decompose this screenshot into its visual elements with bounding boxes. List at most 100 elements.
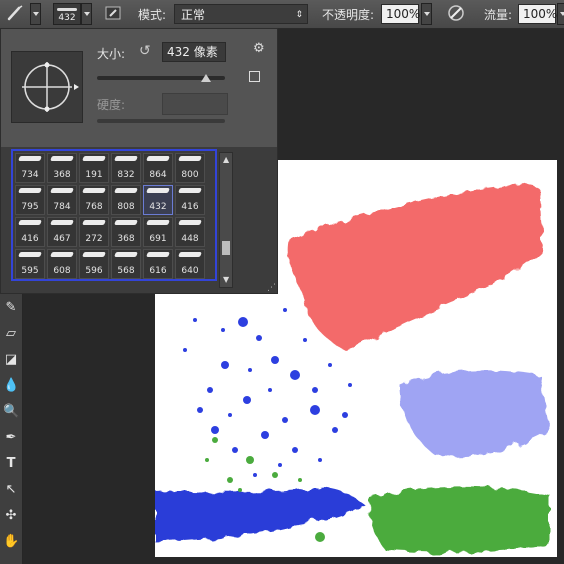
eraser-tool-icon[interactable]: ▱	[3, 326, 19, 342]
path-select-icon[interactable]: ↖	[3, 482, 19, 498]
scroll-down-icon[interactable]: ▼	[223, 275, 229, 284]
brush-preset-cell[interactable]: 734	[15, 153, 45, 183]
brush-stroke-icon	[50, 220, 74, 225]
brush-preset-size: 416	[21, 234, 39, 244]
brush-preset-cell[interactable]: 368	[47, 153, 77, 183]
brush-stroke-icon	[50, 252, 74, 257]
brush-preset-size: 768	[85, 202, 103, 212]
brush-preset-size: 595	[21, 266, 39, 276]
brush-preset-cell[interactable]: 191	[79, 153, 109, 183]
brush-preset-cell[interactable]: 416	[15, 217, 45, 247]
brush-preset-cell[interactable]: 864	[143, 153, 173, 183]
brush-preset-size: 608	[53, 266, 71, 276]
mode-label: 模式:	[138, 8, 167, 22]
brush-preset-size: 416	[181, 202, 199, 212]
size-input[interactable]: 432 像素	[162, 42, 226, 62]
brush-preset-cell[interactable]: 808	[111, 185, 141, 215]
brush-preset-size: 864	[149, 170, 167, 180]
brush-preset-size: 568	[117, 266, 135, 276]
brush-stroke-icon	[114, 220, 138, 225]
pressure-opacity-icon[interactable]	[447, 4, 465, 22]
brush-size-badge: 432	[58, 13, 76, 23]
brush-preset-cell[interactable]: 768	[79, 185, 109, 215]
brush-stroke-icon	[82, 156, 106, 161]
brush-preset-cell[interactable]: 432	[143, 185, 173, 215]
preset-scrollbar[interactable]: ▲ ▼	[219, 152, 233, 288]
flow-input[interactable]: 100%	[518, 4, 557, 24]
brush-preset-cell[interactable]: 640	[175, 249, 205, 279]
opacity-input[interactable]: 100%	[381, 4, 420, 24]
brush-preset-size: 616	[149, 266, 167, 276]
brush-stroke-icon	[82, 188, 106, 193]
brush-preset-cell[interactable]: 272	[79, 217, 109, 247]
opacity-dropdown[interactable]	[421, 3, 432, 25]
brush-preset-picker[interactable]: 432	[53, 3, 81, 25]
preset-grid-area: 734 368 191 832 864 800 795 784 768 808 432 416 416 4…	[1, 147, 277, 293]
brush-preset-cell[interactable]: 691	[143, 217, 173, 247]
paint-bucket-icon[interactable]: ◪	[3, 352, 19, 368]
brush-stroke-icon	[50, 188, 74, 193]
preset-grid: 734 368 191 832 864 800 795 784 768 808 432 416 416 4…	[11, 149, 217, 281]
brush-preset-cell[interactable]: 616	[143, 249, 173, 279]
brush-preset-cell[interactable]: 596	[79, 249, 109, 279]
brush-stroke-icon	[18, 220, 42, 225]
brush-preset-cell[interactable]: 784	[47, 185, 77, 215]
toggle-brush-panel-icon[interactable]	[104, 4, 122, 22]
blur-tool-icon[interactable]: 💧	[3, 378, 19, 394]
hardness-input	[162, 93, 228, 115]
brush-preset-cell[interactable]: 795	[15, 185, 45, 215]
brush-stroke-icon	[18, 156, 42, 161]
mode-value: 正常	[181, 8, 206, 22]
gear-icon[interactable]: ⚙	[253, 41, 265, 56]
brush-stroke-icon	[82, 252, 106, 257]
hardness-slider-track	[97, 119, 225, 123]
brush-preset-cell[interactable]: 800	[175, 153, 205, 183]
brush-preset-size: 691	[149, 234, 167, 244]
brush-angle-icon[interactable]	[12, 52, 82, 122]
brush-stroke-icon	[146, 220, 170, 225]
brush-preset-panel: 大小: ↺ 432 像素 ⚙ 硬度: 734 368 191 832 864 800 795…	[0, 28, 278, 294]
brush-preset-cell[interactable]: 608	[47, 249, 77, 279]
scroll-thumb[interactable]	[222, 241, 230, 255]
new-preset-icon[interactable]	[249, 71, 260, 82]
brush-stroke-icon	[50, 156, 74, 161]
resize-grip-icon[interactable]: ⋰	[267, 283, 276, 293]
mode-select[interactable]: 正常 ⇕	[174, 4, 308, 24]
brush-preset-cell[interactable]: 568	[111, 249, 141, 279]
brush-preset-cell[interactable]: 416	[175, 185, 205, 215]
dodge-tool-icon[interactable]: 🔍	[3, 404, 19, 420]
brush-preset-size: 467	[53, 234, 71, 244]
brush-preset-dropdown[interactable]	[81, 3, 92, 25]
size-slider-thumb[interactable]	[200, 74, 211, 82]
size-label: 大小:	[97, 47, 126, 61]
brush-stroke-icon	[178, 220, 202, 225]
custom-shape-icon[interactable]: ✣	[3, 508, 19, 524]
brush-preset-cell[interactable]: 832	[111, 153, 141, 183]
brush-preset-size: 800	[181, 170, 199, 180]
brush-preset-size: 832	[117, 170, 135, 180]
brush-stroke-icon	[146, 156, 170, 161]
options-bar: 432 模式: 正常 ⇕ 不透明度: 100% 流量: 100%	[0, 0, 564, 29]
brush-tool-icon[interactable]	[6, 4, 24, 22]
flow-dropdown[interactable]	[557, 3, 564, 25]
brush-stroke-icon	[114, 156, 138, 161]
brush-preset-cell[interactable]: 595	[15, 249, 45, 279]
chevron-updown-icon: ⇕	[295, 10, 303, 20]
reset-size-icon[interactable]: ↺	[139, 43, 151, 59]
brush-preset-cell[interactable]: 448	[175, 217, 205, 247]
red-paint-stroke	[288, 184, 543, 350]
tool-preset-dropdown[interactable]	[30, 3, 41, 25]
hand-tool-icon[interactable]: ✋	[3, 534, 19, 550]
type-tool-icon[interactable]: T	[3, 456, 19, 472]
brush-tip-preview	[11, 51, 83, 123]
brush-preset-size: 191	[85, 170, 103, 180]
pen-tool-icon[interactable]: ✒	[3, 430, 19, 446]
brush-preset-cell[interactable]: 368	[111, 217, 141, 247]
brush-stroke-icon	[18, 188, 42, 193]
brush-tool-icon[interactable]: ✎	[3, 300, 19, 316]
scroll-up-icon[interactable]: ▲	[223, 155, 229, 164]
brush-preset-size: 368	[53, 170, 71, 180]
brush-preset-cell[interactable]: 467	[47, 217, 77, 247]
hardness-label: 硬度:	[97, 98, 126, 112]
tools-panel: ✎ ▱ ◪ 💧 🔍 ✒ T ↖ ✣ ✋	[0, 294, 23, 564]
